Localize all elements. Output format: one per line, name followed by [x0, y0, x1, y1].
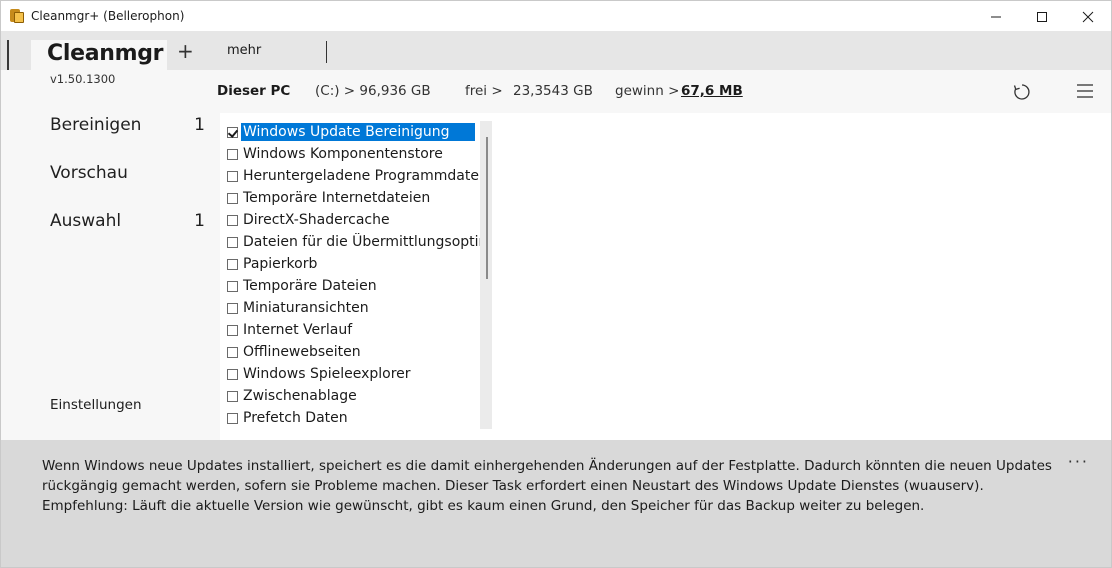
item-checkbox[interactable] [227, 258, 238, 270]
sidebar: v1.50.1300 Bereinigen 1 Vorschau Auswahl… [0, 70, 220, 440]
sidebar-item-count: 1 [194, 115, 205, 135]
list-item[interactable]: Miniaturansichten [224, 297, 480, 319]
list-item-label: Temporäre Internetdateien [243, 190, 431, 206]
item-checkbox[interactable] [227, 236, 238, 248]
sidebar-item-bereinigen[interactable]: Bereinigen 1 [50, 113, 205, 139]
list-item-label: Internet Verlauf [243, 322, 353, 338]
app-logo-icon [10, 9, 24, 23]
list-item[interactable]: Temporäre Internetdateien [224, 187, 480, 209]
app-name-tab-label[interactable]: Cleanmgr [47, 41, 164, 66]
list-item-label: Dateien für die Übermittlungsoptim [243, 234, 480, 250]
window-title: Cleanmgr+ (Bellerophon) [31, 9, 185, 23]
tab-marker [7, 40, 9, 70]
version-label: v1.50.1300 [50, 72, 116, 86]
list-item[interactable]: Zwischenablage [224, 385, 480, 407]
settings-link[interactable]: Einstellungen [50, 397, 142, 413]
tab-mehr[interactable]: mehr [227, 43, 261, 58]
item-checkbox[interactable] [227, 412, 238, 424]
item-checkbox[interactable] [227, 324, 238, 336]
list-item-label: Heruntergeladene Programmdateie [243, 168, 480, 184]
tab-divider [326, 41, 327, 63]
list-item-label: Temporäre Dateien [243, 278, 377, 294]
list-item-label: Windows Update Bereinigung [241, 123, 475, 141]
sidebar-item-count: 1 [194, 211, 205, 231]
menu-button[interactable] [1076, 83, 1094, 103]
refresh-button[interactable] [1012, 82, 1032, 106]
cleanup-list[interactable]: Prefetch Daten Zwischenablage Windows Spie… [224, 121, 492, 429]
free-value: 23,3543 GB [513, 83, 593, 99]
list-item-label: DirectX-Shadercache [243, 212, 390, 228]
close-icon [1082, 11, 1094, 22]
item-checkbox[interactable] [227, 126, 238, 138]
more-options-button[interactable]: ··· [1068, 452, 1089, 471]
item-checkbox[interactable] [227, 170, 238, 182]
list-scrollbar-thumb[interactable] [486, 137, 488, 279]
close-button[interactable] [1065, 1, 1111, 32]
minimize-icon [991, 16, 1001, 17]
list-item[interactable]: Temporäre Dateien [224, 275, 480, 297]
list-item-label: Papierkorb [243, 256, 318, 272]
item-checkbox[interactable] [227, 214, 238, 226]
title-bar[interactable]: Cleanmgr+ (Bellerophon) [0, 0, 1112, 31]
list-item[interactable]: DirectX-Shadercache [224, 209, 480, 231]
tab-strip: Cleanmgr + mehr [0, 31, 1112, 70]
list-item[interactable]: Papierkorb [224, 253, 480, 275]
list-item[interactable]: Prefetch Daten [224, 407, 480, 429]
drive-info-bar: Dieser PC (C:) > 96,936 GB frei > 23,354… [217, 70, 1112, 113]
minimize-button[interactable] [973, 1, 1019, 32]
sidebar-item-label: Bereinigen [50, 115, 142, 135]
item-checkbox[interactable] [227, 280, 238, 292]
list-item[interactable]: Dateien für die Übermittlungsoptim [224, 231, 480, 253]
list-scrollbar[interactable] [480, 121, 492, 429]
item-checkbox[interactable] [227, 390, 238, 402]
list-item-label: Offlinewebseiten [243, 344, 361, 360]
sidebar-item-auswahl[interactable]: Auswahl 1 [50, 209, 205, 235]
list-item[interactable]: Heruntergeladene Programmdateie [224, 165, 480, 187]
list-item-label: Miniaturansichten [243, 300, 369, 316]
list-item[interactable]: Windows Update Bereinigung [224, 121, 480, 143]
list-item-label: Zwischenablage [243, 388, 357, 404]
item-checkbox[interactable] [227, 192, 238, 204]
list-item-label: Prefetch Daten [243, 410, 348, 426]
item-checkbox[interactable] [227, 148, 238, 160]
list-item[interactable]: Windows Spieleexplorer [224, 363, 480, 385]
item-checkbox[interactable] [227, 302, 238, 314]
sidebar-item-vorschau[interactable]: Vorschau [50, 161, 205, 187]
list-item[interactable]: Windows Komponentenstore [224, 143, 480, 165]
maximize-icon [1037, 11, 1047, 22]
drive-size[interactable]: (C:) > 96,936 GB [315, 83, 431, 99]
item-checkbox[interactable] [227, 368, 238, 380]
gain-label: gewinn > [615, 83, 680, 99]
description-line: rückgängig gemacht werden, sofern sie Pr… [42, 478, 984, 494]
description-panel: Wenn Windows neue Updates installiert, s… [0, 440, 1112, 568]
sidebar-item-label: Auswahl [50, 211, 122, 231]
sidebar-item-label: Vorschau [50, 163, 128, 183]
maximize-button[interactable] [1019, 1, 1065, 32]
description-line: Wenn Windows neue Updates installiert, s… [42, 458, 1052, 474]
gain-value-link[interactable]: 67,6 MB [681, 83, 743, 99]
item-checkbox[interactable] [227, 346, 238, 358]
pc-label[interactable]: Dieser PC [217, 83, 290, 99]
list-item[interactable]: Offlinewebseiten [224, 341, 480, 363]
free-label: frei > [465, 83, 503, 99]
refresh-icon [1013, 84, 1030, 100]
list-item-label: Windows Komponentenstore [243, 146, 443, 162]
description-line: Empfehlung: Läuft die aktuelle Version w… [42, 498, 925, 514]
list-item[interactable]: Internet Verlauf [224, 319, 480, 341]
add-tab-button[interactable]: + [177, 41, 194, 61]
list-item-label: Windows Spieleexplorer [243, 366, 411, 382]
hamburger-menu-icon [1077, 84, 1093, 98]
main-panel: Prefetch Daten Zwischenablage Windows Spie… [220, 113, 1112, 440]
